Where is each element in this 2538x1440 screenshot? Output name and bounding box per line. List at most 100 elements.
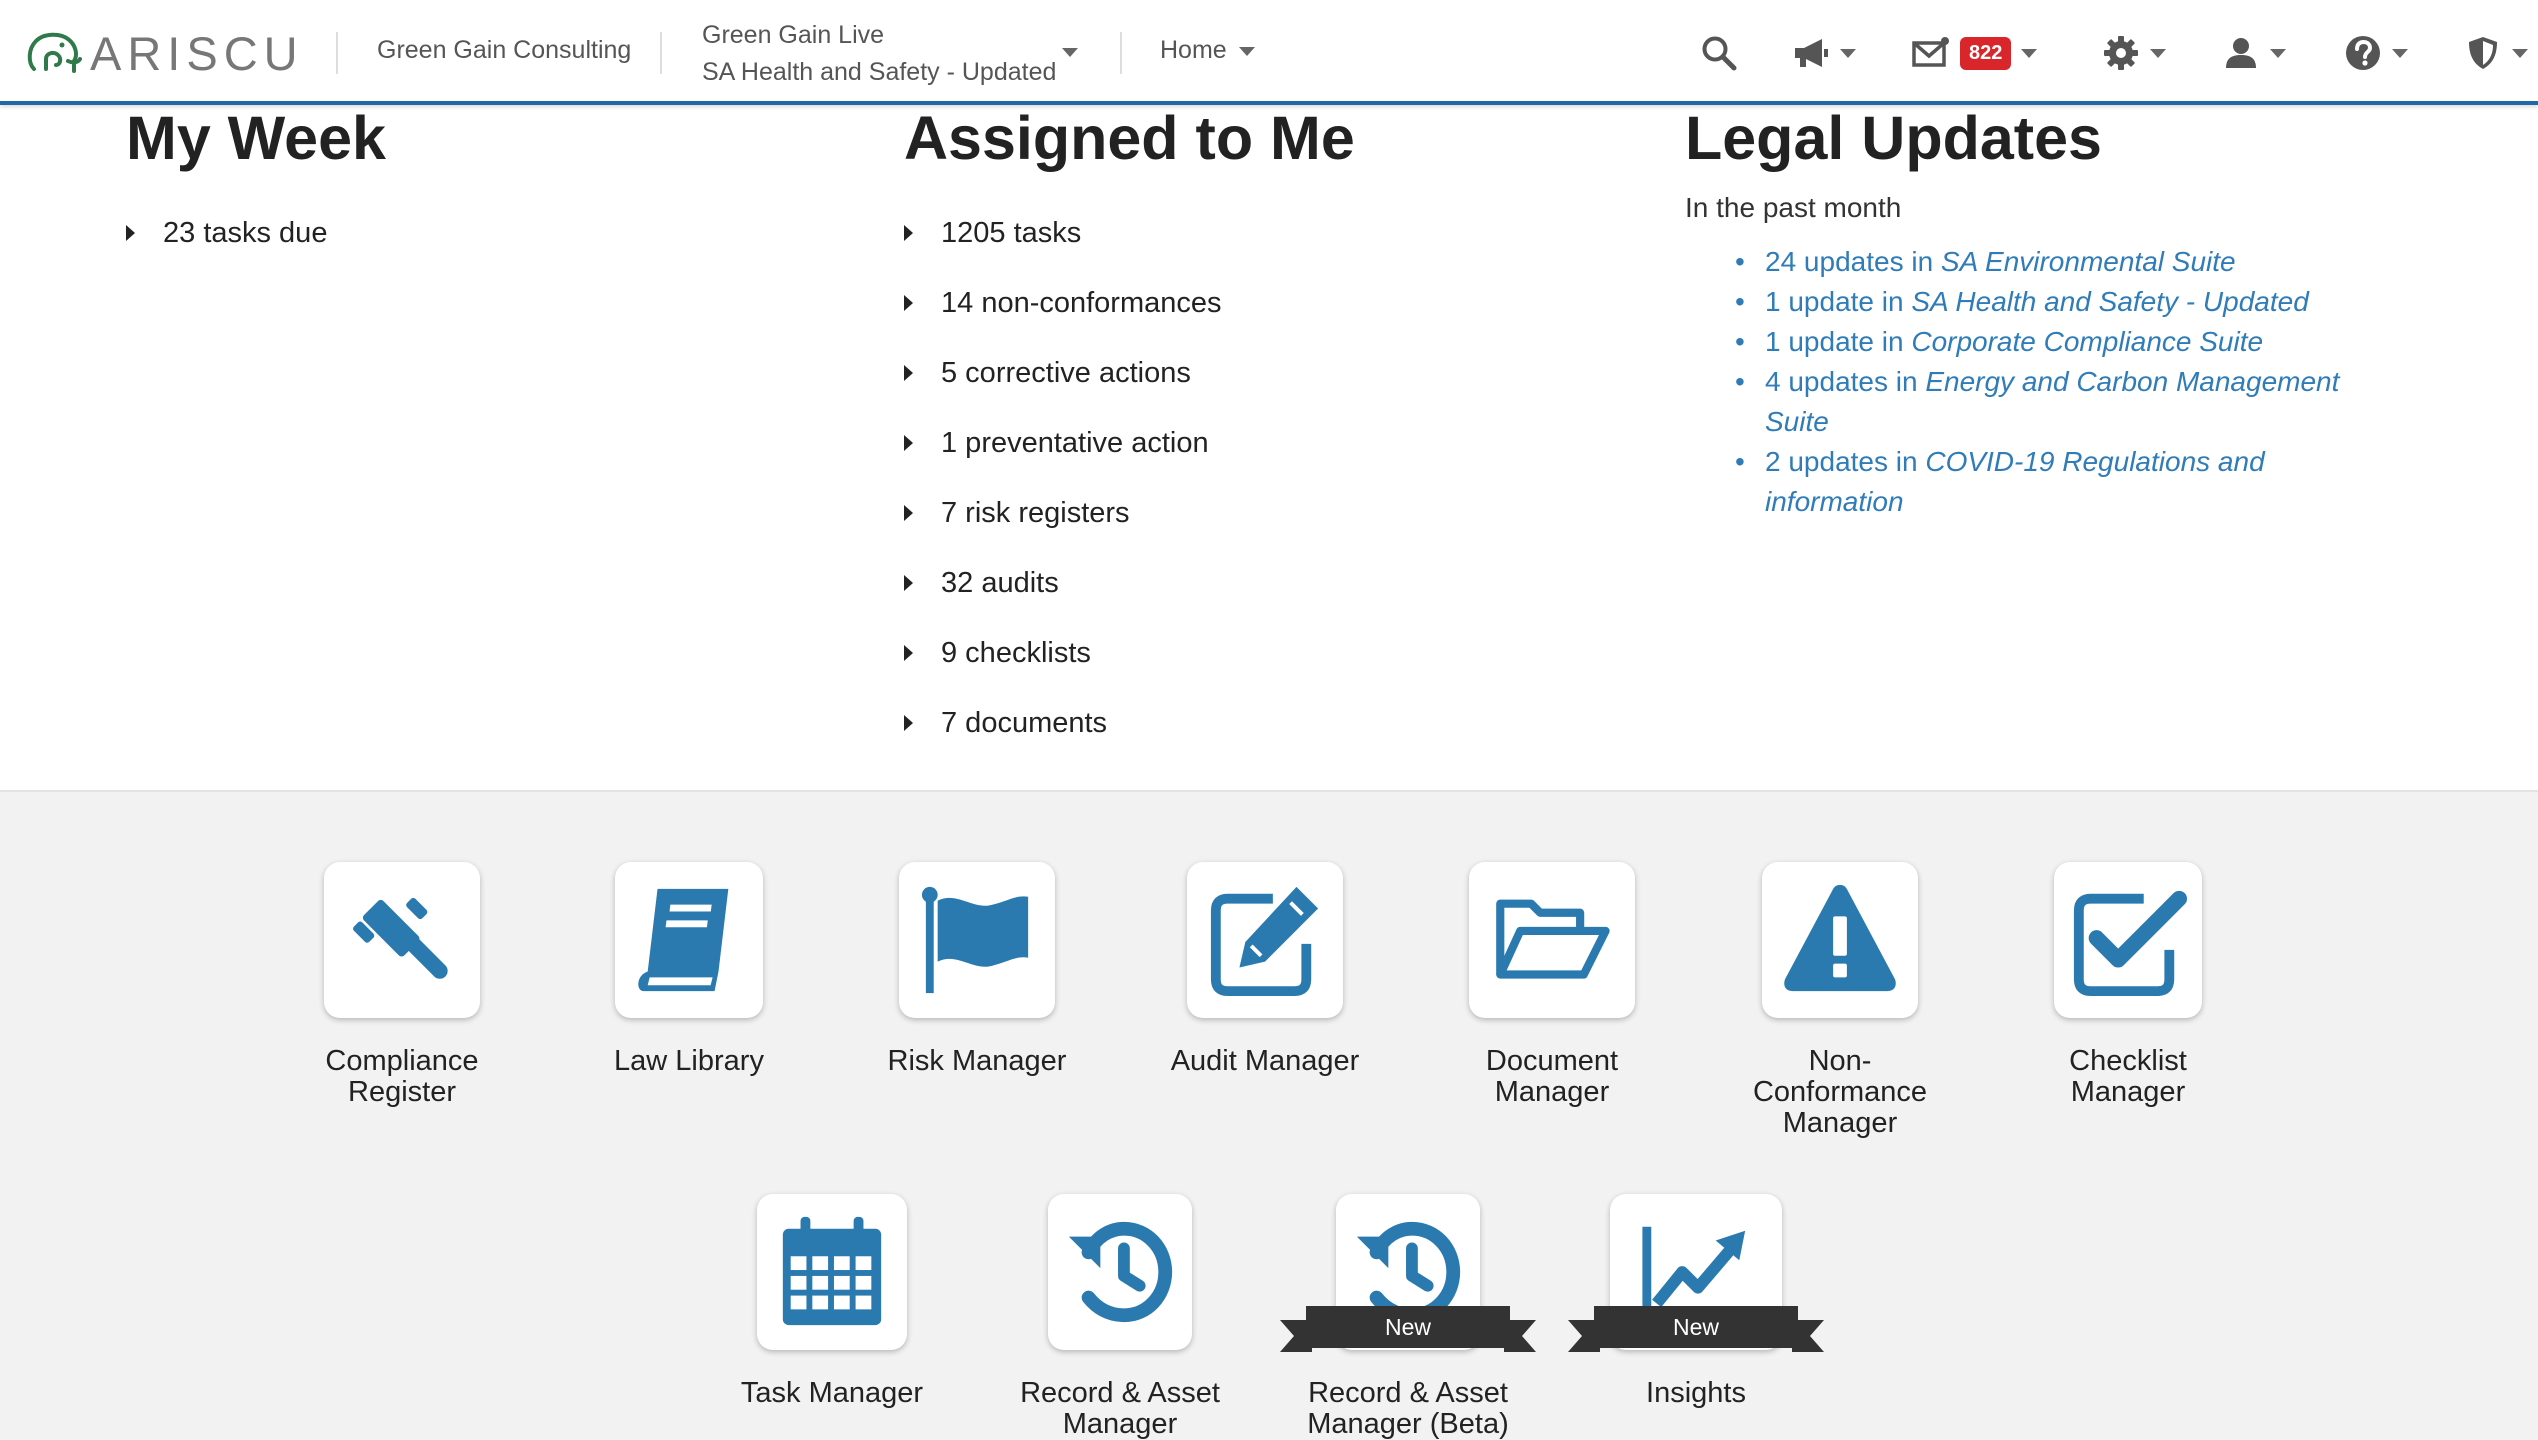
search-button[interactable] xyxy=(1700,30,1738,76)
app-tile[interactable] xyxy=(324,862,480,1018)
app-law-library[interactable]: Law Library xyxy=(579,862,799,1077)
caret-right-icon xyxy=(904,435,913,451)
update-suite: SA Health and Safety - Updated xyxy=(1911,286,2309,317)
app-tile[interactable] xyxy=(1187,862,1343,1018)
update-count: 2 updates in xyxy=(1765,446,1926,477)
inbox-menu[interactable]: 822 xyxy=(1912,30,2038,76)
legal-update-link[interactable]: 1 update in SA Health and Safety - Updat… xyxy=(1735,282,2375,322)
instance-dropdown-caret[interactable] xyxy=(1062,48,1078,57)
app-insights[interactable]: New Insights xyxy=(1568,1194,1824,1409)
legal-update-link[interactable]: 2 updates in COVID-19 Regulations and in… xyxy=(1735,442,2375,522)
chevron-down-icon xyxy=(2150,48,2166,58)
user-menu[interactable] xyxy=(2222,30,2286,76)
gear-icon xyxy=(2104,36,2138,70)
folder-open-icon xyxy=(1496,899,1610,979)
app-non-conformance-manager[interactable]: Non-Conformance Manager xyxy=(1730,862,1950,1139)
list-item[interactable]: 1205 tasks xyxy=(904,198,1355,268)
home-menu-label: Home xyxy=(1160,36,1227,64)
ribbon-label: New xyxy=(1672,1314,1719,1340)
assigned-list: 1205 tasks 14 non-conformances 5 correct… xyxy=(904,198,1355,758)
new-ribbon: New xyxy=(1280,1306,1536,1354)
chevron-down-icon xyxy=(2021,48,2038,58)
app-label: Law Library xyxy=(614,1045,764,1077)
app-label: Document Manager xyxy=(1485,1045,1619,1108)
update-count: 1 update in xyxy=(1765,326,1912,357)
legal-update-link[interactable]: 1 update in Corporate Compliance Suite xyxy=(1735,322,2375,362)
app-record-asset-manager[interactable]: Record & Asset Manager xyxy=(1010,1194,1230,1440)
app-tile[interactable] xyxy=(757,1194,907,1350)
caret-right-icon xyxy=(904,715,913,731)
app-label: Task Manager xyxy=(740,1377,924,1409)
app-document-manager[interactable]: Document Manager xyxy=(1442,862,1662,1108)
my-week-panel: My Week 23 tasks due xyxy=(126,100,386,268)
caret-right-icon xyxy=(126,225,135,241)
header-divider xyxy=(660,32,662,74)
search-icon xyxy=(1702,36,1737,71)
list-item-label: 23 tasks due xyxy=(163,216,328,249)
logo-wordmark: ARISCU xyxy=(90,26,304,80)
announcements-menu[interactable] xyxy=(1792,30,1856,76)
app-record-asset-manager-beta[interactable]: New Record & Asset Manager (Beta) xyxy=(1280,1194,1536,1440)
list-item[interactable]: 9 checklists xyxy=(904,618,1355,688)
app-task-manager[interactable]: Task Manager xyxy=(722,1194,942,1409)
legal-update-link[interactable]: 24 updates in SA Environmental Suite xyxy=(1735,242,2375,282)
app-label: Insights xyxy=(1646,1377,1746,1409)
chevron-down-icon xyxy=(1238,46,1255,56)
app-risk-manager[interactable]: Risk Manager xyxy=(867,862,1087,1077)
chevron-down-icon xyxy=(2512,48,2528,58)
list-item-label: 5 corrective actions xyxy=(941,356,1191,389)
list-item[interactable]: 7 risk registers xyxy=(904,478,1355,548)
app-label: Record & Asset Manager xyxy=(1020,1377,1220,1440)
instance-selector[interactable]: Green Gain Live SA Health and Safety - U… xyxy=(702,17,1056,91)
list-item[interactable]: 7 documents xyxy=(904,688,1355,758)
assigned-to-me-panel: Assigned to Me 1205 tasks 14 non-conform… xyxy=(904,100,1355,758)
instance-subtitle: SA Health and Safety - Updated xyxy=(702,58,1057,86)
legal-updates-list: 24 updates in SA Environmental Suite 1 u… xyxy=(1735,242,2375,522)
list-item[interactable]: 5 corrective actions xyxy=(904,338,1355,408)
update-count: 24 updates in xyxy=(1765,246,1941,277)
app-tile[interactable] xyxy=(615,862,763,1018)
app-tile[interactable] xyxy=(1048,1194,1192,1350)
legal-update-link[interactable]: 4 updates in Energy and Carbon Managemen… xyxy=(1735,362,2375,442)
list-item[interactable]: 14 non-conformances xyxy=(904,268,1355,338)
home-menu[interactable]: Home xyxy=(1160,36,1255,65)
edit-icon xyxy=(1210,886,1319,997)
warning-icon xyxy=(1784,884,1896,992)
ribbon-label: New xyxy=(1384,1314,1431,1340)
header-divider xyxy=(336,32,338,74)
app-tile[interactable] xyxy=(1762,862,1918,1018)
user-icon xyxy=(2226,38,2256,68)
help-menu[interactable] xyxy=(2344,30,2408,76)
list-item[interactable]: 1 preventative action xyxy=(904,408,1355,478)
app-compliance-register[interactable]: Compliance Register xyxy=(292,862,512,1108)
app-label: Non-Conformance Manager xyxy=(1752,1045,1928,1139)
legal-updates-panel: Legal Updates In the past month 24 updat… xyxy=(1685,100,2375,522)
chevron-down-icon xyxy=(2270,48,2286,58)
app-audit-manager[interactable]: Audit Manager xyxy=(1155,862,1375,1077)
gavel-icon xyxy=(353,897,448,979)
app-tile[interactable] xyxy=(1469,862,1635,1018)
question-circle-icon xyxy=(2346,36,2380,70)
app-tile[interactable] xyxy=(2054,862,2202,1018)
list-item-label: 1205 tasks xyxy=(941,216,1082,249)
update-count: 1 update in xyxy=(1765,286,1912,317)
legal-updates-title: Legal Updates xyxy=(1685,104,2102,172)
app-tile[interactable] xyxy=(899,862,1055,1018)
my-week-list: 23 tasks due xyxy=(126,198,386,268)
security-menu[interactable] xyxy=(2464,30,2528,76)
list-item[interactable]: 23 tasks due xyxy=(126,198,386,268)
inbox-count-badge: 822 xyxy=(1960,36,2012,70)
settings-menu[interactable] xyxy=(2102,30,2166,76)
list-item-label: 32 audits xyxy=(941,566,1059,599)
app-label: Record & Asset Manager (Beta) xyxy=(1307,1377,1509,1440)
new-ribbon: New xyxy=(1568,1306,1824,1354)
update-count: 4 updates in xyxy=(1765,366,1926,397)
organization-name[interactable]: Green Gain Consulting xyxy=(377,36,631,65)
app-checklist-manager[interactable]: Checklist Manager xyxy=(2018,862,2238,1108)
assigned-title: Assigned to Me xyxy=(904,104,1355,172)
list-item[interactable]: 32 audits xyxy=(904,548,1355,618)
list-item-label: 9 checklists xyxy=(941,636,1091,669)
list-item-label: 14 non-conformances xyxy=(941,286,1222,319)
ariscu-logo[interactable]: ARISCU xyxy=(26,26,304,80)
instance-title: Green Gain Live xyxy=(702,21,885,49)
